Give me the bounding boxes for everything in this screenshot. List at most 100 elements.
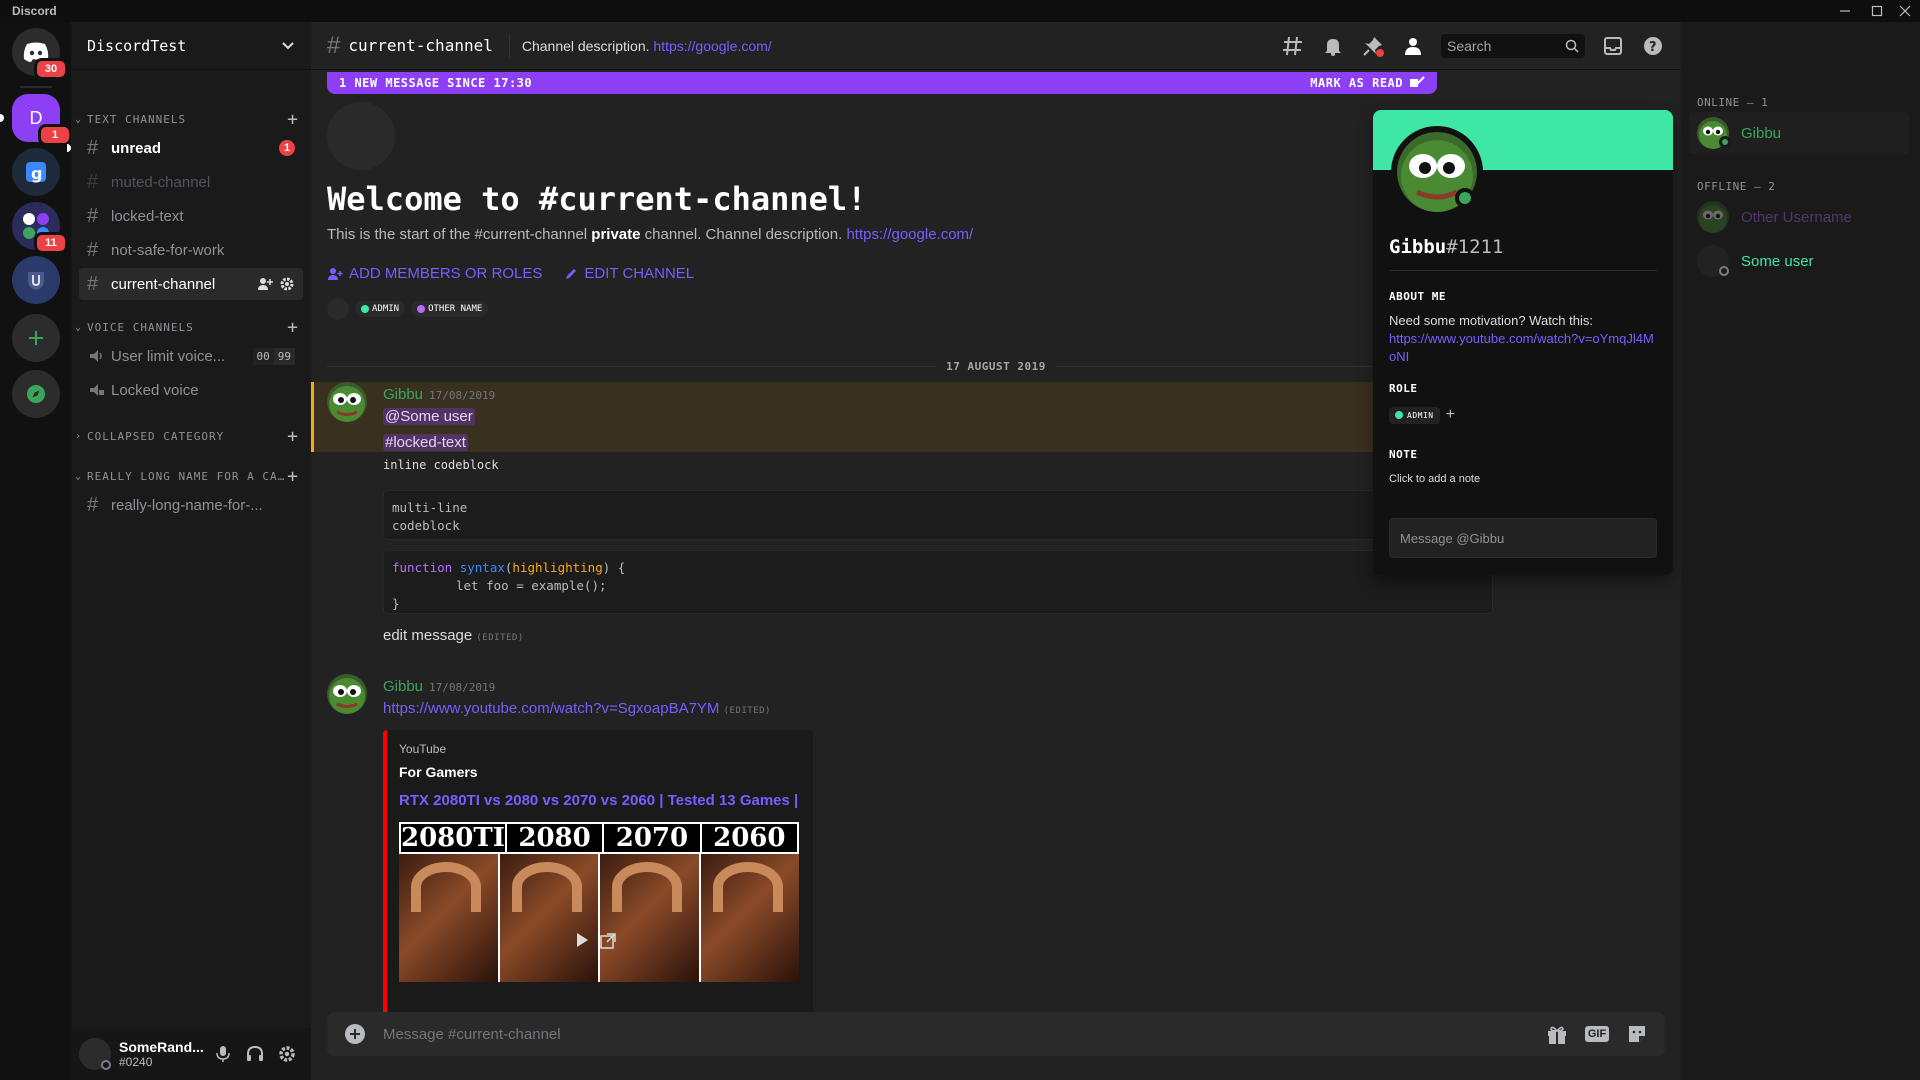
note-input[interactable]: Click to add a note bbox=[1389, 473, 1657, 503]
mention-badge: 1 bbox=[279, 140, 295, 156]
welcome-link[interactable]: https://google.com/ bbox=[846, 226, 973, 243]
user-mention[interactable]: @Some user bbox=[383, 408, 475, 425]
play-icon[interactable] bbox=[575, 932, 589, 948]
mark-as-read-button[interactable]: MARK AS READ bbox=[1310, 76, 1403, 90]
code-function: syntax bbox=[459, 560, 505, 575]
member-some-user[interactable]: Some user bbox=[1689, 240, 1909, 282]
message-content: @Some user bbox=[383, 408, 475, 425]
server-header[interactable]: DiscordTest bbox=[71, 22, 311, 70]
avatar[interactable] bbox=[327, 382, 367, 422]
microphone-icon[interactable] bbox=[207, 1038, 239, 1070]
guild-divider bbox=[20, 86, 52, 88]
member-name: Gibbu bbox=[1741, 124, 1782, 142]
add-server-button[interactable] bbox=[12, 314, 60, 362]
about-link[interactable]: https://www.youtube.com/watch?v=oYmqJl4M… bbox=[1389, 330, 1657, 366]
add-channel-icon[interactable]: + bbox=[285, 317, 301, 338]
gear-icon[interactable] bbox=[271, 1038, 303, 1070]
channel-long-name[interactable]: # really-long-name-for-... bbox=[79, 489, 303, 521]
hash-icon: # bbox=[87, 238, 99, 261]
divider bbox=[508, 33, 510, 58]
server-folder[interactable]: 11 bbox=[12, 202, 68, 254]
minimize-icon[interactable] bbox=[1836, 2, 1854, 20]
message-content: #locked-text bbox=[383, 434, 468, 451]
channel-mention[interactable]: #locked-text bbox=[383, 434, 468, 451]
search-input[interactable]: Search bbox=[1441, 33, 1585, 58]
status-offline-icon bbox=[1719, 266, 1729, 276]
embed-thumbnail[interactable]: 2080TI 2080 2070 2060 bbox=[399, 822, 799, 982]
pin-icon[interactable] bbox=[1361, 34, 1385, 58]
thumb-image bbox=[700, 854, 799, 982]
home-button[interactable]: 30 bbox=[12, 28, 68, 80]
online-header: ONLINE — 1 bbox=[1697, 96, 1769, 109]
category-voice-channels[interactable]: ⌄ VOICE CHANNELS + bbox=[75, 317, 301, 338]
add-channel-icon[interactable]: + bbox=[285, 426, 301, 447]
about-body: Need some motivation? Watch this: bbox=[1389, 313, 1593, 328]
maximize-icon[interactable] bbox=[1868, 2, 1886, 20]
category-long-name[interactable]: ⌄ REALLY LONG NAME FOR A CAT... + bbox=[75, 466, 301, 487]
welcome-text: channel. Channel description. bbox=[640, 226, 847, 243]
role-chip[interactable]: ADMIN bbox=[1389, 406, 1440, 424]
inbox-icon[interactable] bbox=[1601, 34, 1625, 58]
server-list: 30 D 1 g 11 bbox=[0, 22, 72, 1080]
add-attachment-icon[interactable] bbox=[343, 1022, 367, 1046]
add-role-icon[interactable]: + bbox=[1446, 406, 1455, 424]
channel-nsfw[interactable]: # not-safe-for-work bbox=[79, 234, 303, 266]
channel-muted[interactable]: # muted-channel bbox=[79, 166, 303, 198]
server-gameicon[interactable]: g bbox=[12, 148, 60, 196]
role-pill-other[interactable]: OTHER NAME bbox=[411, 301, 489, 317]
embed-provider[interactable]: YouTube bbox=[399, 742, 801, 756]
category-text-channels[interactable]: ⌄ TEXT CHANNELS + bbox=[75, 109, 301, 130]
edit-channel-button[interactable]: EDIT CHANNEL bbox=[564, 265, 694, 282]
voice-channel-limit[interactable]: User limit voice... 00 99 bbox=[79, 340, 303, 372]
avatar[interactable] bbox=[327, 674, 367, 714]
author-name[interactable]: Gibbu bbox=[383, 386, 423, 403]
channel-current[interactable]: # current-channel bbox=[79, 268, 303, 300]
embed-author[interactable]: For Gamers bbox=[399, 764, 801, 780]
message-composer[interactable]: Message #current-channel GIF bbox=[327, 1012, 1665, 1056]
bell-icon[interactable] bbox=[1321, 34, 1345, 58]
help-icon[interactable]: ? bbox=[1641, 34, 1665, 58]
role-color-dot bbox=[417, 305, 426, 313]
channel-locked-text[interactable]: # locked-text bbox=[79, 200, 303, 232]
hash-icon: # bbox=[87, 170, 99, 193]
headphones-icon[interactable] bbox=[239, 1038, 271, 1070]
avatar[interactable] bbox=[79, 1038, 111, 1070]
user-limit: 99 bbox=[273, 347, 295, 365]
member-gibbu[interactable]: Gibbu bbox=[1689, 112, 1909, 154]
member-other-username[interactable]: Other Username bbox=[1689, 196, 1909, 238]
code-param: highlighting bbox=[512, 560, 603, 575]
dm-input[interactable]: Message @Gibbu bbox=[1389, 518, 1657, 558]
embed-title[interactable]: RTX 2080TI vs 2080 vs 2070 vs 2060 | Tes… bbox=[399, 790, 801, 812]
add-channel-icon[interactable]: + bbox=[285, 109, 301, 130]
sticker-icon[interactable] bbox=[1625, 1022, 1649, 1046]
unread-indicator bbox=[67, 144, 71, 152]
channel-title: current-channel bbox=[348, 36, 493, 55]
invite-icon[interactable] bbox=[257, 276, 273, 292]
thumb-label: 2070 bbox=[604, 823, 700, 853]
message-link[interactable]: https://www.youtube.com/watch?v=SgxoapBA… bbox=[383, 700, 719, 717]
open-external-icon[interactable] bbox=[599, 932, 617, 950]
close-icon[interactable] bbox=[1896, 2, 1914, 20]
topic-link[interactable]: https://google.com/ bbox=[653, 38, 771, 54]
channel-unread[interactable]: # unread 1 bbox=[79, 132, 303, 164]
search-icon bbox=[1565, 39, 1579, 53]
member-list-icon[interactable] bbox=[1401, 34, 1425, 58]
explore-servers-button[interactable] bbox=[12, 370, 60, 418]
threads-icon[interactable] bbox=[1281, 34, 1305, 58]
role-header: ROLE bbox=[1389, 382, 1418, 395]
gift-icon[interactable] bbox=[1545, 1022, 1569, 1046]
category-collapsed[interactable]: › COLLAPSED CATEGORY + bbox=[75, 426, 301, 447]
new-messages-bar[interactable]: 1 NEW MESSAGE SINCE 17:30 MARK AS READ bbox=[327, 72, 1437, 94]
server-discordtest[interactable]: D 1 bbox=[12, 94, 72, 146]
pencil-icon bbox=[566, 268, 577, 279]
add-channel-icon[interactable]: + bbox=[285, 466, 301, 487]
role-pill-admin[interactable]: ADMIN bbox=[355, 301, 406, 317]
voice-channel-locked[interactable]: Locked voice bbox=[79, 374, 303, 406]
add-members-button[interactable]: ADD MEMBERS OR ROLES bbox=[327, 265, 542, 282]
server-shield[interactable] bbox=[12, 256, 60, 304]
gif-button[interactable]: GIF bbox=[1584, 1022, 1610, 1046]
role-color-dot bbox=[361, 305, 369, 313]
author-name[interactable]: Gibbu bbox=[383, 678, 423, 695]
hash-lock-icon: # bbox=[87, 204, 99, 227]
gear-icon[interactable] bbox=[279, 276, 295, 292]
